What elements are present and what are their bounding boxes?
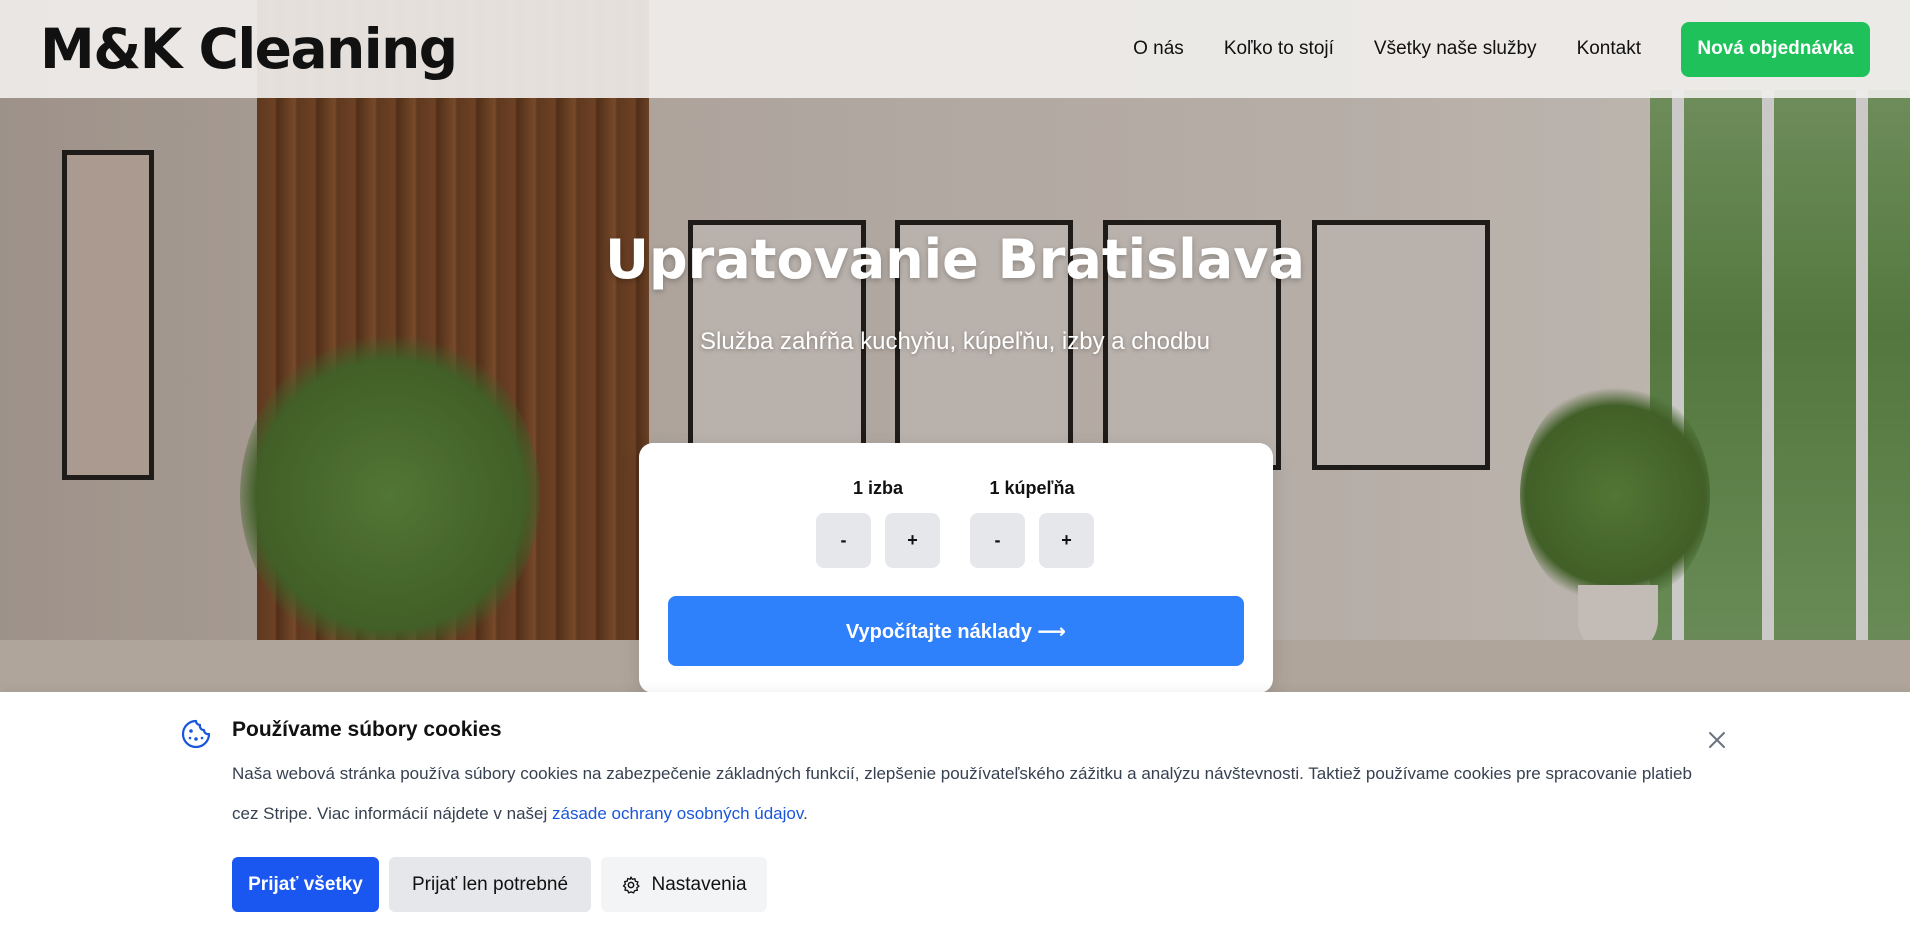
nav-link-contact[interactable]: Kontakt <box>1577 38 1641 60</box>
bathrooms-decrement-button[interactable]: - <box>970 513 1025 568</box>
gear-icon <box>623 875 641 893</box>
price-calculator-card: 1 izba - + 1 kúpeľňa - + Vypočítajte nák… <box>639 443 1273 693</box>
site-header: M&K Cleaning O nás Koľko to stojí Všetky… <box>0 0 1910 98</box>
cookie-description-text: Naša webová stránka používa súbory cooki… <box>232 764 1692 823</box>
cookie-settings-label: Nastavenia <box>651 873 747 895</box>
cookie-settings-button[interactable]: Nastavenia <box>601 857 767 912</box>
hero-subtitle: Služba zahŕňa kuchyňu, kúpeľňu, izby a c… <box>700 328 1210 355</box>
rooms-counter: 1 izba - + <box>798 473 958 568</box>
nav-link-pricing[interactable]: Koľko to stojí <box>1224 38 1334 60</box>
site-logo[interactable]: M&K Cleaning <box>40 17 458 81</box>
cookie-actions: Prijať všetky Prijať len potrebné Nastav… <box>232 857 767 912</box>
cookie-description-end: . <box>803 804 808 823</box>
calculate-cost-button[interactable]: Vypočítajte náklady ⟶ <box>668 596 1244 666</box>
nav-link-services[interactable]: Všetky naše služby <box>1374 38 1537 60</box>
accept-necessary-button[interactable]: Prijať len potrebné <box>389 857 591 912</box>
rooms-increment-button[interactable]: + <box>885 513 940 568</box>
bathrooms-count-label: 1 kúpeľňa <box>989 478 1075 498</box>
main-nav: O nás Koľko to stojí Všetky naše služby … <box>1093 21 1870 77</box>
accept-all-button[interactable]: Prijať všetky <box>232 857 379 912</box>
privacy-policy-link[interactable]: zásade ochrany osobných údajov <box>552 804 803 823</box>
new-order-button[interactable]: Nová objednávka <box>1681 21 1870 77</box>
close-icon[interactable] <box>1705 728 1729 752</box>
rooms-count-label: 1 izba <box>852 478 904 498</box>
bathrooms-stepper: - + <box>952 513 1112 568</box>
hero-title: Upratovanie Bratislava <box>605 228 1305 291</box>
bathrooms-increment-button[interactable]: + <box>1039 513 1094 568</box>
cookie-description: Naša webová stránka používa súbory cooki… <box>232 754 1692 834</box>
cookie-title: Používame súbory cookies <box>232 718 502 741</box>
nav-link-about[interactable]: O nás <box>1133 38 1184 60</box>
bathrooms-counter: 1 kúpeľňa - + <box>952 473 1112 568</box>
cookie-banner: Používame súbory cookies Naša webová str… <box>0 692 1910 926</box>
cookie-icon <box>181 719 211 749</box>
rooms-stepper: - + <box>798 513 958 568</box>
rooms-decrement-button[interactable]: - <box>816 513 871 568</box>
